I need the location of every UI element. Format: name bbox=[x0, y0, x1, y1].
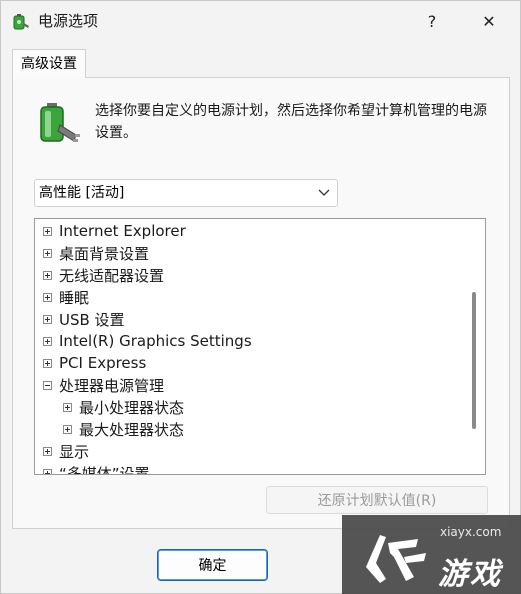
expand-icon[interactable] bbox=[43, 314, 52, 324]
tree-item-label: 最小处理器状态 bbox=[79, 398, 185, 417]
tree-item-label: 睡眠 bbox=[59, 288, 90, 307]
tree-item-label: 无线适配器设置 bbox=[59, 266, 165, 285]
tree-item-label: USB 设置 bbox=[59, 310, 125, 329]
tree-item[interactable]: Intel(R) Graphics Settings bbox=[35, 330, 465, 352]
power-plan-select[interactable]: 高性能 [活动] bbox=[34, 179, 338, 207]
watermark-name: 游戏 bbox=[438, 557, 502, 592]
expand-icon[interactable] bbox=[43, 248, 52, 258]
power-plug-icon bbox=[13, 14, 29, 30]
expand-icon[interactable] bbox=[63, 402, 72, 412]
tree-item-label: 处理器电源管理 bbox=[59, 376, 165, 395]
tree-item-label: PCI Express bbox=[59, 354, 147, 372]
scrollbar-thumb[interactable] bbox=[472, 292, 476, 429]
tab-strip: 高级设置 bbox=[12, 49, 510, 78]
help-button[interactable]: ? bbox=[409, 1, 455, 41]
tree-item-label: “多媒体”设置 bbox=[59, 464, 150, 475]
settings-panel: 选择你要自定义的电源计划，然后选择你希望计算机管理的电源设置。 高性能 [活动]… bbox=[12, 77, 510, 529]
expand-icon[interactable] bbox=[43, 468, 52, 474]
tree-item[interactable]: 桌面背景设置 bbox=[35, 242, 465, 264]
chevron-down-icon bbox=[317, 180, 331, 206]
power-options-window: 电源选项 ? ✕ 高级设置 选择你要自定义的电源计划，然后选择你希望计算机管理的… bbox=[0, 0, 521, 594]
watermark: xiayx.com 游戏 bbox=[342, 515, 521, 594]
expand-icon[interactable] bbox=[43, 292, 52, 302]
power-plan-value: 高性能 [活动] bbox=[39, 185, 125, 201]
expand-icon[interactable] bbox=[63, 424, 72, 434]
tree-scrollbar[interactable] bbox=[465, 219, 485, 474]
tree-item-label: Intel(R) Graphics Settings bbox=[59, 332, 252, 350]
tree-item[interactable]: 最小处理器状态 bbox=[35, 396, 465, 418]
title-bar: 电源选项 ? ✕ bbox=[1, 1, 520, 41]
battery-plug-icon bbox=[40, 103, 80, 142]
tree-items: Internet Explorer 桌面背景设置 无线适配器设置 睡眠 USB … bbox=[35, 220, 465, 475]
tree-item[interactable]: 睡眠 bbox=[35, 286, 465, 308]
tree-item-label: Internet Explorer bbox=[59, 222, 186, 240]
window-title: 电源选项 bbox=[38, 12, 99, 30]
tree-item[interactable]: 无线适配器设置 bbox=[35, 264, 465, 286]
collapse-icon[interactable] bbox=[43, 380, 52, 390]
watermark-url: xiayx.com bbox=[440, 525, 502, 539]
tree-item[interactable]: PCI Express bbox=[35, 352, 465, 374]
tree-item[interactable]: 处理器电源管理 bbox=[35, 374, 465, 396]
tree-item[interactable]: USB 设置 bbox=[35, 308, 465, 330]
restore-defaults-button[interactable]: 还原计划默认值(R) bbox=[266, 486, 488, 514]
tree-item-label: 显示 bbox=[59, 442, 90, 461]
tree-item-label: 桌面背景设置 bbox=[59, 244, 150, 263]
expand-icon[interactable] bbox=[43, 270, 52, 280]
expand-icon[interactable] bbox=[43, 358, 52, 368]
tree-item[interactable]: 显示 bbox=[35, 440, 465, 462]
tab-advanced-settings[interactable]: 高级设置 bbox=[12, 49, 86, 78]
expand-icon[interactable] bbox=[43, 226, 52, 236]
watermark-logo-icon bbox=[366, 535, 426, 583]
expand-icon[interactable] bbox=[43, 446, 52, 456]
tree-item-label: 最大处理器状态 bbox=[79, 420, 185, 439]
ok-button[interactable]: 确定 bbox=[157, 549, 268, 581]
tree-item[interactable]: “多媒体”设置 bbox=[35, 462, 465, 475]
settings-tree[interactable]: Internet Explorer 桌面背景设置 无线适配器设置 睡眠 USB … bbox=[34, 218, 486, 475]
description-text: 选择你要自定义的电源计划，然后选择你希望计算机管理的电源设置。 bbox=[95, 103, 487, 141]
tree-item[interactable]: 最大处理器状态 bbox=[35, 418, 465, 440]
expand-icon[interactable] bbox=[43, 336, 52, 346]
tree-item[interactable]: Internet Explorer bbox=[35, 220, 465, 242]
close-button[interactable]: ✕ bbox=[466, 1, 512, 41]
